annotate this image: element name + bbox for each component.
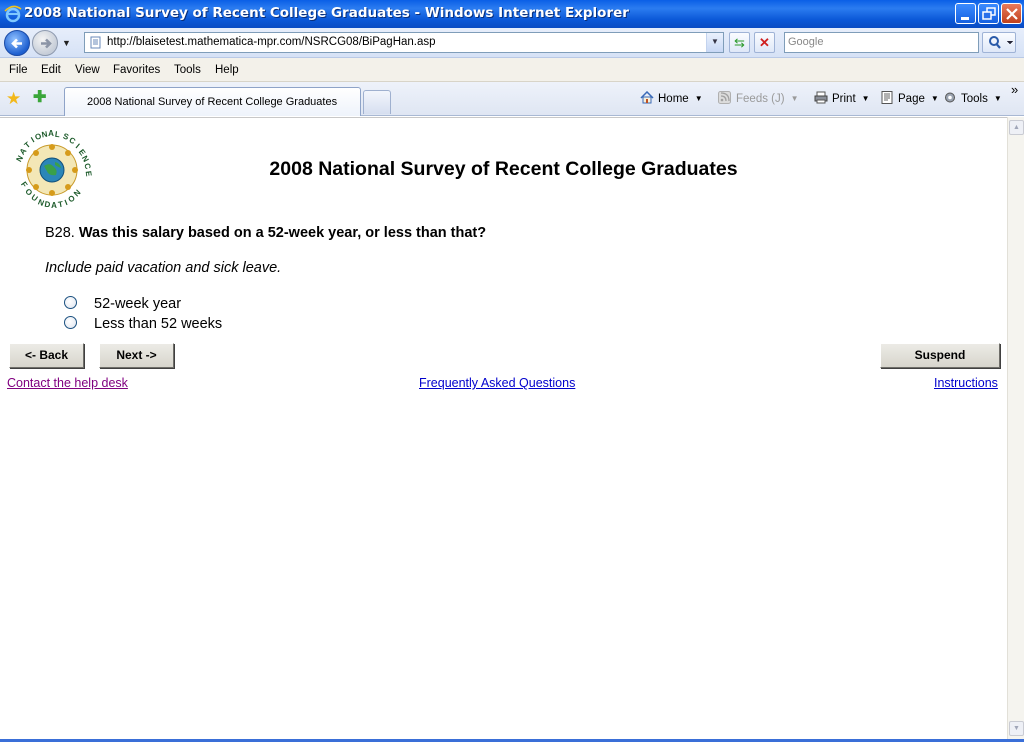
recent-pages-dropdown[interactable]: ▼ bbox=[62, 38, 71, 48]
window-title: 2008 National Survey of Recent College G… bbox=[24, 5, 629, 21]
restore-button[interactable] bbox=[978, 3, 999, 24]
page-title: 2008 National Survey of Recent College G… bbox=[269, 158, 738, 180]
minimize-icon bbox=[961, 17, 969, 20]
svg-text:I: I bbox=[74, 142, 81, 150]
page-menu-icon bbox=[881, 91, 893, 104]
radio-52-week-year[interactable] bbox=[64, 296, 77, 309]
page-dropdown-icon[interactable]: ▼ bbox=[931, 94, 939, 103]
tools-label: Tools bbox=[961, 93, 988, 105]
feeds-dropdown-icon: ▼ bbox=[790, 94, 799, 103]
tab-active[interactable]: 2008 National Survey of Recent College G… bbox=[64, 87, 361, 116]
page-label: Page bbox=[898, 93, 925, 105]
tab-title: 2008 National Survey of Recent College G… bbox=[87, 96, 338, 108]
svg-text:A: A bbox=[48, 129, 54, 138]
menu-favorites[interactable]: Favorites bbox=[113, 64, 160, 76]
question-line: B28. Was this salary based on a 52-week … bbox=[45, 225, 486, 241]
faq-link[interactable]: Frequently Asked Questions bbox=[419, 376, 575, 390]
forward-arrow-icon bbox=[41, 38, 52, 49]
svg-text:A: A bbox=[51, 201, 57, 210]
next-button[interactable]: Next -> bbox=[99, 343, 174, 368]
menu-edit[interactable]: Edit bbox=[41, 64, 61, 76]
minimize-button[interactable] bbox=[955, 3, 976, 24]
gear-icon bbox=[945, 92, 955, 103]
home-icon bbox=[640, 91, 654, 104]
home-label: Home bbox=[658, 93, 689, 105]
option-less-than-52-weeks[interactable]: Less than 52 weeks bbox=[64, 316, 222, 332]
print-icon bbox=[814, 91, 828, 104]
option-label-52-week-year: 52-week year bbox=[94, 296, 182, 312]
tab-bar: ★ ✚ 2008 National Survey of Recent Colle… bbox=[0, 82, 1024, 116]
address-url: http://blaisetest.mathematica-mpr.com/NS… bbox=[107, 36, 436, 48]
page-icon bbox=[90, 36, 101, 49]
svg-text:L: L bbox=[54, 130, 60, 140]
feeds-label: Feeds (J) bbox=[736, 93, 785, 105]
search-button[interactable] bbox=[982, 32, 1016, 53]
home-dropdown-icon[interactable]: ▼ bbox=[695, 94, 703, 103]
tools-dropdown-icon[interactable]: ▼ bbox=[994, 94, 1002, 103]
page-content: N A T I O N A L S C I E N C E F O U N D … bbox=[0, 117, 1007, 739]
back-button[interactable]: <- Back bbox=[9, 343, 84, 368]
scroll-down-icon[interactable]: ▼ bbox=[1009, 721, 1024, 736]
add-favorite-icon[interactable]: ✚ bbox=[33, 90, 46, 106]
tools-menu-button[interactable]: Tools ▼ bbox=[943, 91, 1002, 105]
restore-icon bbox=[982, 7, 996, 20]
vertical-scrollbar[interactable]: ▲ ▼ bbox=[1007, 117, 1024, 739]
new-tab-button[interactable] bbox=[363, 90, 391, 114]
title-bar: 2008 National Survey of Recent College G… bbox=[0, 0, 1024, 28]
print-label: Print bbox=[832, 93, 856, 105]
menu-tools[interactable]: Tools bbox=[174, 64, 201, 76]
search-icon bbox=[989, 36, 1014, 49]
option-label-less-than-52-weeks: Less than 52 weeks bbox=[94, 316, 223, 332]
search-input[interactable]: Google bbox=[784, 32, 979, 53]
refresh-icon: ⇆ bbox=[734, 35, 745, 50]
menu-bar: File Edit View Favorites Tools Help bbox=[0, 58, 1024, 82]
stop-button[interactable]: ✕ bbox=[754, 32, 775, 53]
feeds-button: Feeds (J) ▼ bbox=[718, 91, 799, 105]
back-nav-button[interactable] bbox=[4, 30, 30, 56]
address-bar[interactable]: http://blaisetest.mathematica-mpr.com/NS… bbox=[84, 32, 724, 53]
menu-view[interactable]: View bbox=[75, 64, 100, 76]
ie-logo-icon bbox=[4, 5, 22, 23]
address-toolbar: ▼ http://blaisetest.mathematica-mpr.com/… bbox=[0, 28, 1024, 58]
print-button[interactable]: Print ▼ bbox=[814, 91, 870, 105]
suspend-button[interactable]: Suspend bbox=[880, 343, 1000, 368]
instructions-link[interactable]: Instructions bbox=[934, 376, 998, 390]
option-52-week-year[interactable]: 52-week year bbox=[64, 296, 181, 312]
help-desk-link[interactable]: Contact the help desk bbox=[7, 376, 128, 390]
svg-text:C: C bbox=[67, 135, 77, 146]
menu-help[interactable]: Help bbox=[215, 64, 239, 76]
question-instruction: Include paid vacation and sick leave. bbox=[45, 260, 282, 276]
stop-icon: ✕ bbox=[759, 35, 770, 50]
home-button[interactable]: Home ▼ bbox=[640, 91, 703, 105]
scroll-up-icon[interactable]: ▲ bbox=[1009, 120, 1024, 135]
svg-text:T: T bbox=[57, 200, 63, 210]
radio-less-than-52-weeks[interactable] bbox=[64, 316, 77, 329]
search-placeholder: Google bbox=[788, 36, 824, 48]
feeds-icon bbox=[718, 91, 731, 104]
toolbar-overflow-button[interactable]: » bbox=[1011, 82, 1018, 97]
address-dropdown-icon[interactable]: ▼ bbox=[706, 33, 723, 52]
print-dropdown-icon[interactable]: ▼ bbox=[862, 94, 870, 103]
favorites-star-icon[interactable]: ★ bbox=[6, 90, 21, 107]
close-icon bbox=[1006, 8, 1018, 20]
question-text: Was this salary based on a 52-week year,… bbox=[78, 225, 487, 241]
forward-nav-button[interactable] bbox=[32, 30, 58, 56]
question-number: B28. bbox=[45, 225, 75, 241]
back-arrow-icon bbox=[11, 38, 22, 49]
menu-file[interactable]: File bbox=[9, 64, 28, 76]
close-button[interactable] bbox=[1001, 3, 1022, 24]
page-menu-button[interactable]: Page ▼ bbox=[880, 91, 939, 105]
refresh-button[interactable]: ⇆ bbox=[729, 32, 750, 53]
